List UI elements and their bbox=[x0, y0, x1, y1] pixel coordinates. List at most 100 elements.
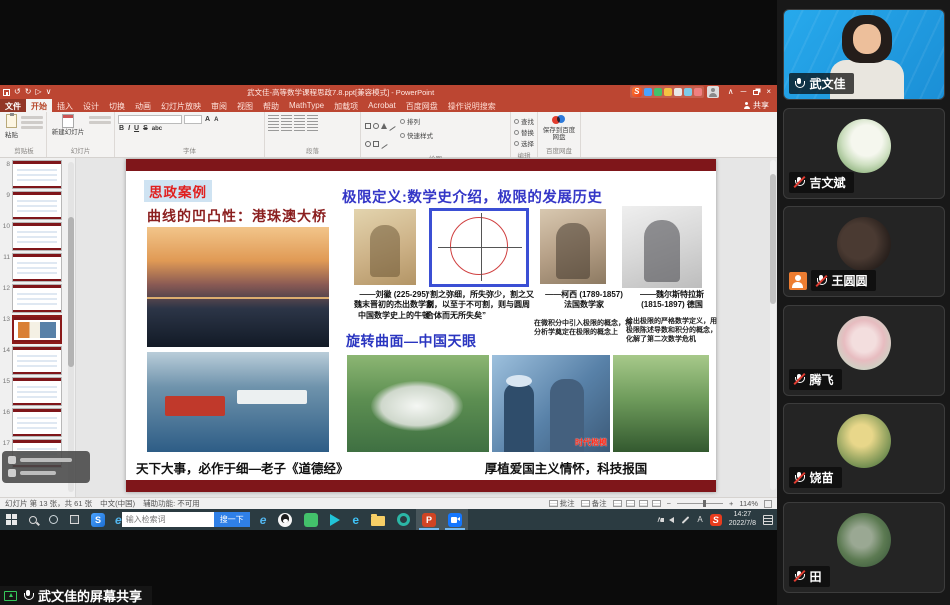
action-center-icon[interactable] bbox=[763, 515, 773, 525]
italic-button[interactable]: I bbox=[127, 125, 131, 132]
tab-help[interactable]: 帮助 bbox=[258, 99, 284, 112]
tell-me-search[interactable]: 操作说明搜索 bbox=[443, 99, 501, 112]
tab-transitions[interactable]: 切换 bbox=[104, 99, 130, 112]
tab-design[interactable]: 设计 bbox=[78, 99, 104, 112]
language-indicator[interactable]: 中文(中国) bbox=[100, 498, 135, 509]
tencent-meeting-taskbar-button[interactable] bbox=[442, 509, 468, 530]
sogou-toolbar-icon[interactable] bbox=[694, 88, 702, 96]
zoom-slider-thumb[interactable] bbox=[703, 500, 706, 507]
slide-thumbnail[interactable] bbox=[12, 253, 62, 282]
font-size-box[interactable] bbox=[184, 115, 202, 124]
accessibility-status[interactable]: 辅助功能: 不可用 bbox=[143, 498, 200, 509]
slide-thumbnail[interactable] bbox=[12, 284, 62, 313]
justify-icon[interactable] bbox=[307, 124, 318, 132]
task-view-button[interactable] bbox=[64, 509, 85, 530]
line-spacing-icon[interactable] bbox=[307, 115, 318, 123]
slide-thumbnail[interactable] bbox=[12, 191, 62, 220]
minimize-icon[interactable]: ─ bbox=[741, 87, 747, 97]
participant-tile[interactable]: 饶苗 bbox=[783, 403, 945, 494]
undo-icon[interactable]: ↺ bbox=[14, 88, 21, 96]
new-slide-button[interactable]: 新建幻灯片 bbox=[50, 114, 86, 136]
tab-addins[interactable]: 加载项 bbox=[329, 99, 363, 112]
zoom-level[interactable]: 114% bbox=[739, 499, 758, 508]
thumbnail-row[interactable]: 12 bbox=[2, 284, 75, 313]
qat-customize-icon[interactable]: ∨ bbox=[46, 88, 52, 96]
clipboard-mini-buttons[interactable] bbox=[21, 114, 43, 129]
tab-mathtype[interactable]: MathType bbox=[284, 99, 329, 112]
cortana-button[interactable] bbox=[43, 509, 64, 530]
shrink-font-button[interactable]: A bbox=[213, 117, 219, 123]
close-icon[interactable]: × bbox=[766, 87, 771, 97]
numbering-icon[interactable] bbox=[281, 115, 292, 123]
clear-format-button[interactable]: abc bbox=[151, 126, 163, 132]
participant-tile[interactable]: 王圆圆 bbox=[783, 206, 945, 297]
slide-thumbnail[interactable] bbox=[12, 222, 62, 251]
slide-thumbnail[interactable] bbox=[12, 377, 62, 406]
media-app-button[interactable] bbox=[324, 509, 346, 530]
ime-indicator[interactable]: A bbox=[697, 515, 702, 524]
restore-icon[interactable] bbox=[753, 90, 759, 95]
tab-baidu-pan[interactable]: 百度网盘 bbox=[401, 99, 443, 112]
participant-tile[interactable]: 田 bbox=[783, 502, 945, 593]
toolbar-mini-icon[interactable] bbox=[8, 456, 16, 464]
strikethrough-button[interactable]: S bbox=[142, 125, 149, 132]
sogou-ime-icon[interactable]: S bbox=[710, 514, 722, 526]
teal-app-button[interactable] bbox=[391, 509, 416, 530]
rectangle-shape-icon[interactable] bbox=[365, 123, 371, 129]
zoom-in-icon[interactable]: + bbox=[729, 499, 733, 508]
normal-view-icon[interactable] bbox=[613, 500, 622, 507]
powerpoint-taskbar-button[interactable]: P bbox=[416, 509, 442, 530]
tab-insert[interactable]: 插入 bbox=[52, 99, 78, 112]
slideshow-icon[interactable]: ▷ bbox=[35, 88, 41, 96]
replace-button[interactable]: 替换 bbox=[514, 127, 534, 137]
font-name-box[interactable] bbox=[118, 115, 182, 124]
grow-font-button[interactable]: A bbox=[204, 116, 211, 123]
meeting-floating-toolbar[interactable] bbox=[2, 451, 90, 483]
bold-button[interactable]: B bbox=[118, 125, 125, 132]
thumbnail-row-selected[interactable]: 13 bbox=[2, 315, 75, 344]
reading-view-icon[interactable] bbox=[639, 500, 648, 507]
oval-shape-icon[interactable] bbox=[365, 141, 371, 147]
underline-button[interactable]: U bbox=[133, 125, 140, 132]
slide-thumbnail[interactable] bbox=[12, 346, 62, 375]
quick-styles-button[interactable]: 快速样式 bbox=[400, 130, 433, 140]
web-search-input[interactable] bbox=[122, 512, 214, 527]
thumbnail-row[interactable]: 8 bbox=[2, 160, 75, 189]
thumbnail-row[interactable]: 9 bbox=[2, 191, 75, 220]
sogou-toolbar-icon[interactable] bbox=[684, 88, 692, 96]
align-left-icon[interactable] bbox=[268, 124, 279, 132]
tab-file[interactable]: 文件 bbox=[0, 99, 26, 112]
pen-icon[interactable] bbox=[682, 516, 690, 524]
slideshow-view-icon[interactable] bbox=[652, 500, 661, 507]
web-search-go-button[interactable]: 搜一下 bbox=[214, 512, 250, 527]
bullets-icon[interactable] bbox=[268, 115, 279, 123]
slides-mini-buttons[interactable] bbox=[89, 114, 111, 124]
line-shape-icon[interactable] bbox=[389, 126, 395, 131]
slide-thumbnail-current[interactable] bbox=[12, 315, 62, 344]
sogou-browser-button[interactable]: S bbox=[85, 509, 111, 530]
find-button[interactable]: 查找 bbox=[514, 116, 534, 126]
redo-icon[interactable]: ↻ bbox=[25, 88, 32, 96]
sogou-toolbar-icon[interactable] bbox=[674, 88, 682, 96]
sogou-toolbar-icon[interactable] bbox=[654, 88, 662, 96]
circle-shape-icon[interactable] bbox=[373, 123, 379, 129]
arrow-shape-icon[interactable] bbox=[381, 144, 387, 149]
participant-tile[interactable]: 腾飞 bbox=[783, 305, 945, 396]
thumbnail-row[interactable]: 14 bbox=[2, 346, 75, 375]
participant-tile[interactable]: 吉文斌 bbox=[783, 108, 945, 199]
tab-animations[interactable]: 动画 bbox=[130, 99, 156, 112]
account-avatar[interactable] bbox=[707, 86, 719, 98]
sogou-ime-toolbar[interactable]: S bbox=[630, 86, 704, 98]
zoom-slider[interactable] bbox=[677, 503, 723, 504]
taskbar-clock[interactable]: 14:272022/7/8 bbox=[729, 511, 756, 529]
start-button[interactable] bbox=[0, 509, 23, 530]
sogou-logo-icon[interactable]: S bbox=[632, 87, 642, 97]
triangle-shape-icon[interactable] bbox=[381, 123, 387, 129]
green-app-button[interactable] bbox=[298, 509, 324, 530]
ribbon-options-icon[interactable]: ∧ bbox=[728, 87, 734, 97]
save-icon[interactable] bbox=[3, 89, 10, 96]
slide-sorter-view-icon[interactable] bbox=[626, 500, 635, 507]
tab-acrobat[interactable]: Acrobat bbox=[363, 99, 401, 112]
select-button[interactable]: 选择 bbox=[514, 138, 534, 148]
tab-slideshow[interactable]: 幻灯片放映 bbox=[156, 99, 206, 112]
